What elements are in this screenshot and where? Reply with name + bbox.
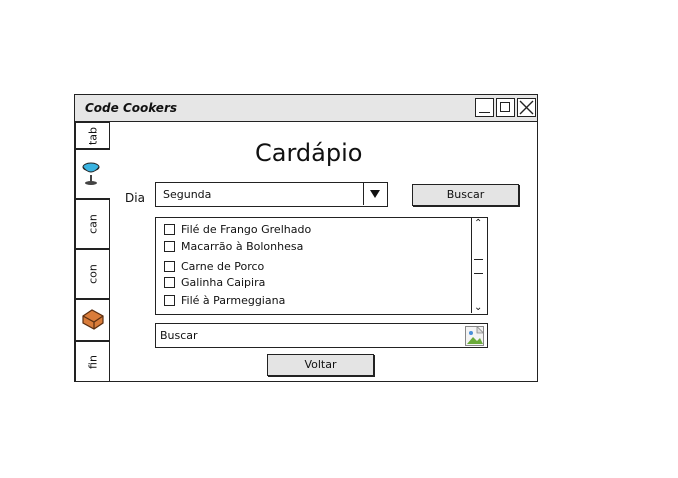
tab-drinks[interactable] [75, 149, 110, 199]
tab-label: con [86, 264, 99, 284]
list-item-label: Carne de Porco [181, 260, 265, 273]
checkbox[interactable] [164, 224, 175, 235]
window-title: Code Cookers [85, 101, 178, 115]
list-item[interactable]: Macarrão à Bolonhesa [164, 240, 303, 253]
search-button[interactable]: Buscar [412, 184, 519, 206]
close-icon [519, 100, 534, 115]
cocktail-glass-icon [82, 162, 100, 185]
tab-con[interactable]: con [75, 249, 110, 299]
menu-item-list[interactable]: Filé de Frango Grelhado Macarrão à Bolon… [155, 217, 488, 315]
scroll-down-icon[interactable]: ⌄ [474, 302, 482, 313]
scroll-up-icon[interactable]: ⌃ [474, 218, 482, 229]
minimize-button[interactable] [475, 98, 494, 117]
list-item[interactable]: Filé de Frango Grelhado [164, 223, 311, 236]
vertical-tab-strip: tab can con fin [75, 122, 111, 382]
chevron-down-icon[interactable] [363, 183, 387, 205]
tab-label: fin [86, 354, 99, 369]
close-button[interactable] [517, 98, 536, 117]
tab-label: tab [86, 126, 99, 145]
tab-label: can [86, 214, 99, 234]
title-bar: Code Cookers [75, 95, 537, 122]
scrollbar[interactable]: ⌃ ⌄ [471, 218, 487, 313]
list-item-label: Galinha Caipira [181, 276, 266, 289]
page-title: Cardápio [255, 139, 363, 167]
search-input-text: Buscar [160, 329, 198, 342]
day-select-value: Segunda [163, 188, 212, 201]
list-item[interactable]: Carne de Porco [164, 260, 264, 273]
image-placeholder-icon [465, 326, 484, 346]
back-button[interactable]: Voltar [267, 354, 374, 376]
day-select[interactable]: Segunda [155, 182, 388, 207]
tab-brick[interactable] [75, 299, 110, 341]
brick-icon [82, 309, 104, 330]
tab-can[interactable]: can [75, 199, 110, 249]
checkbox[interactable] [164, 295, 175, 306]
maximize-button[interactable] [496, 98, 515, 117]
list-item[interactable]: Filé à Parmeggiana [164, 294, 285, 307]
list-item-label: Filé à Parmeggiana [181, 294, 286, 307]
list-item-label: Macarrão à Bolonhesa [181, 240, 304, 253]
tab-tab[interactable]: tab [75, 122, 110, 149]
list-item[interactable]: Galinha Caipira [164, 276, 265, 289]
scroll-thumb[interactable] [474, 259, 483, 274]
checkbox[interactable] [164, 241, 175, 252]
list-item-label: Filé de Frango Grelhado [181, 223, 312, 236]
search-field[interactable]: Buscar [155, 323, 488, 348]
app-window: Code Cookers tab can con fin Cardápio Di… [74, 94, 538, 382]
tab-fin[interactable]: fin [75, 341, 110, 382]
day-label: Dia [125, 191, 145, 205]
checkbox[interactable] [164, 261, 175, 272]
checkbox[interactable] [164, 277, 175, 288]
